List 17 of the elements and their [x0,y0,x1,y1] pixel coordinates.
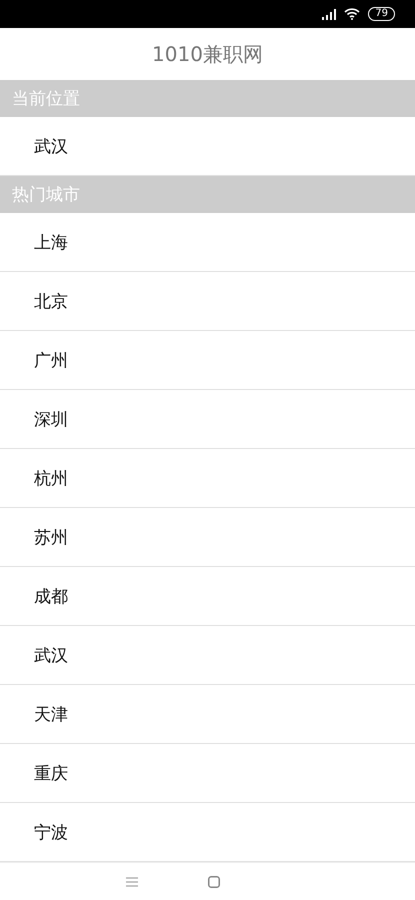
city-item[interactable]: 广州 [0,331,415,390]
city-item[interactable]: 杭州 [0,449,415,508]
menu-icon[interactable] [126,876,138,886]
city-item[interactable]: 苏州 [0,508,415,567]
home-icon[interactable] [208,876,220,888]
battery-level: 79 [368,7,395,21]
wifi-icon [344,8,360,20]
city-item[interactable]: 上海 [0,213,415,272]
city-item[interactable]: 北京 [0,272,415,331]
city-item[interactable]: 宁波 [0,803,415,862]
app-title: 1010兼职网 [151,40,264,68]
city-item[interactable]: 重庆 [0,744,415,803]
city-item[interactable]: 武汉 [0,626,415,685]
city-item[interactable]: 深圳 [0,390,415,449]
city-item[interactable]: 天津 [0,685,415,744]
city-item[interactable]: 成都 [0,567,415,626]
signal-icon [322,8,336,20]
